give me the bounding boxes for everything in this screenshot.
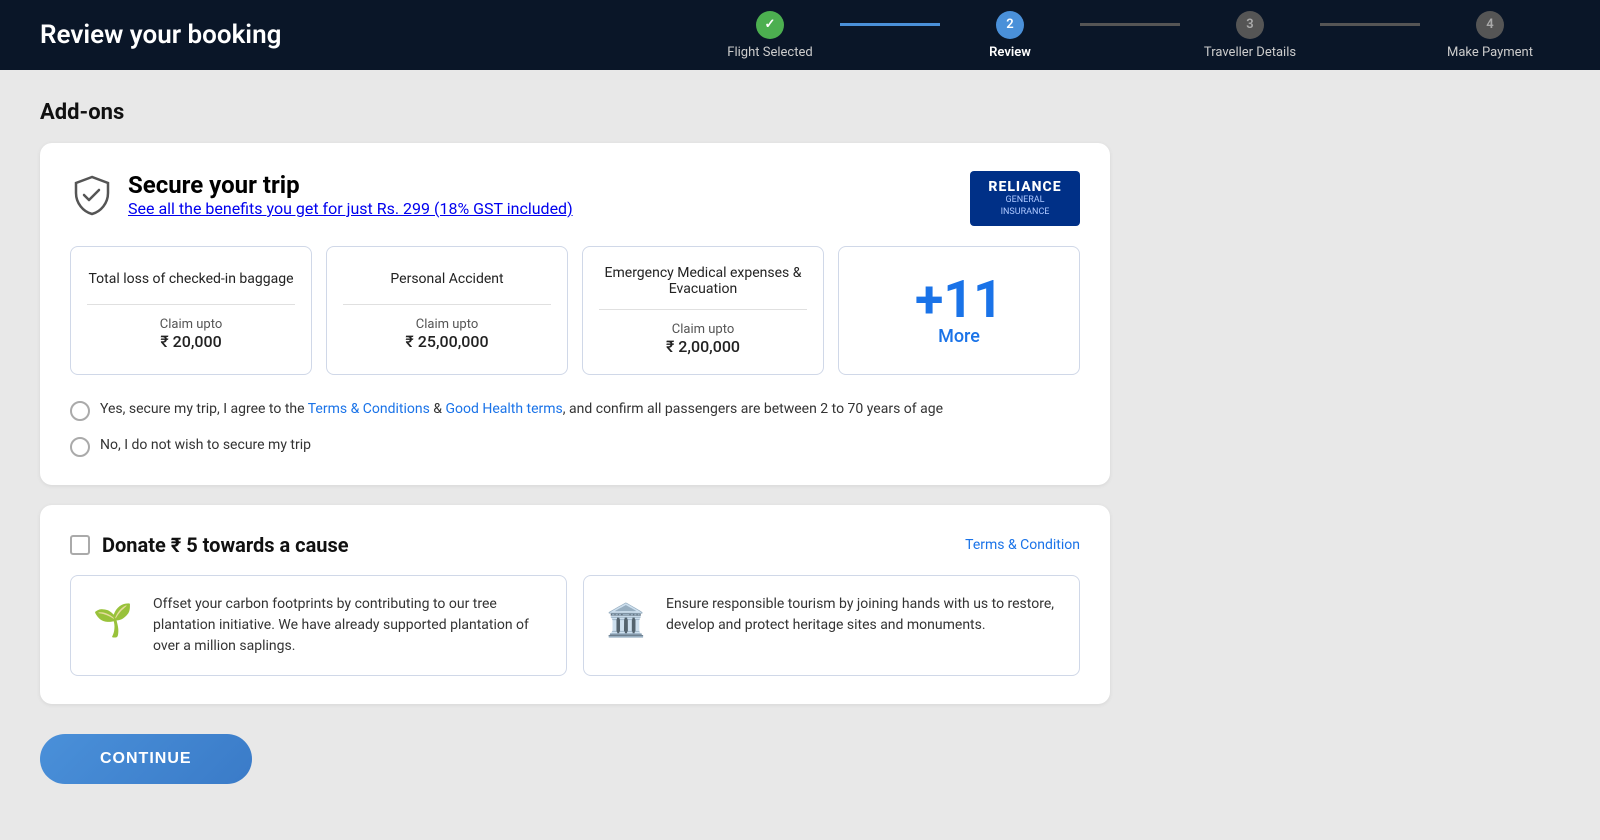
step-2-label: Review <box>989 45 1031 60</box>
step-3-label: Traveller Details <box>1204 45 1296 60</box>
coverage-amount-3: ₹ 2,00,000 <box>599 337 807 356</box>
reliance-sub: GENERALINSURANCE <box>984 195 1066 218</box>
connector-2 <box>1080 23 1180 26</box>
radio-yes-option[interactable]: Yes, secure my trip, I agree to the Term… <box>70 399 1080 421</box>
step-review: 2 Review <box>940 11 1080 60</box>
secure-trip-title: Secure your trip <box>128 171 573 199</box>
radio-no-text: No, I do not wish to secure my trip <box>100 435 311 456</box>
connector-3 <box>1320 23 1420 26</box>
radio-no-option[interactable]: No, I do not wish to secure my trip <box>70 435 1080 457</box>
coverage-title-3: Emergency Medical expenses & Evacuation <box>599 265 807 310</box>
benefits-link[interactable]: See all the benefits you get for just Rs… <box>128 199 573 218</box>
good-health-link[interactable]: Good Health terms <box>445 401 562 417</box>
terms-conditions-link[interactable]: Terms & Conditions <box>308 401 430 417</box>
step-1-label: Flight Selected <box>727 45 812 60</box>
step-2-circle: 2 <box>996 11 1024 39</box>
radio-yes-text: Yes, secure my trip, I agree to the Term… <box>100 399 943 420</box>
secure-trip-header: Secure your trip See all the benefits yo… <box>70 171 1080 226</box>
donate-card: Donate ₹ 5 towards a cause Terms & Condi… <box>40 505 1110 704</box>
page-title: Review your booking <box>40 20 281 50</box>
step-flight-selected: ✓ Flight Selected <box>700 11 840 60</box>
shield-icon <box>70 173 114 217</box>
donation-text-2: Ensure responsible tourism by joining ha… <box>666 594 1063 636</box>
donation-text-1: Offset your carbon footprints by contrib… <box>153 594 550 657</box>
step-4-circle: 4 <box>1476 11 1504 39</box>
donate-left: Donate ₹ 5 towards a cause <box>70 533 349 557</box>
coverage-card-2: Personal Accident Claim upto ₹ 25,00,000 <box>326 246 568 375</box>
radio-no-circle <box>70 437 90 457</box>
step-3-circle: 3 <box>1236 11 1264 39</box>
step-make-payment: 4 Make Payment <box>1420 11 1560 60</box>
donation-option-2: 🏛️ Ensure responsible tourism by joining… <box>583 575 1080 676</box>
secure-trip-card: Secure your trip See all the benefits yo… <box>40 143 1110 485</box>
more-count: +11 <box>915 274 1003 326</box>
radio-yes-circle <box>70 401 90 421</box>
addons-title: Add-ons <box>40 100 1110 125</box>
donation-option-1: 🌱 Offset your carbon footprints by contr… <box>70 575 567 676</box>
progress-steps: ✓ Flight Selected 2 Review 3 Traveller D… <box>700 11 1560 60</box>
step-1-circle: ✓ <box>756 11 784 39</box>
coverage-claim-label-1: Claim upto <box>87 317 295 332</box>
donate-checkbox[interactable] <box>70 535 90 555</box>
coverage-amount-2: ₹ 25,00,000 <box>343 332 551 351</box>
donation-grid: 🌱 Offset your carbon footprints by contr… <box>70 575 1080 676</box>
coverage-amount-1: ₹ 20,000 <box>87 332 295 351</box>
reliance-name: RELIANCE <box>984 179 1066 195</box>
coverage-card-1: Total loss of checked-in baggage Claim u… <box>70 246 312 375</box>
more-card[interactable]: +11 More <box>838 246 1080 375</box>
coverage-title-1: Total loss of checked-in baggage <box>87 265 295 305</box>
donate-terms-link[interactable]: Terms & Condition <box>965 537 1080 553</box>
donate-header: Donate ₹ 5 towards a cause Terms & Condi… <box>70 533 1080 557</box>
coverage-claim-label-3: Claim upto <box>599 322 807 337</box>
header: Review your booking ✓ Flight Selected 2 … <box>0 0 1600 70</box>
heritage-icon: 🏛️ <box>600 594 652 646</box>
step-4-label: Make Payment <box>1447 45 1533 60</box>
main-content: Add-ons Secure your trip See all the ben… <box>0 70 1150 814</box>
coverage-title-2: Personal Accident <box>343 265 551 305</box>
coverage-card-3: Emergency Medical expenses & Evacuation … <box>582 246 824 375</box>
coverage-claim-label-2: Claim upto <box>343 317 551 332</box>
step-traveller-details: 3 Traveller Details <box>1180 11 1320 60</box>
secure-trip-left: Secure your trip See all the benefits yo… <box>70 171 573 218</box>
reliance-logo: RELIANCE GENERALINSURANCE <box>970 171 1080 226</box>
continue-button[interactable]: CONTINUE <box>40 734 252 784</box>
more-label: More <box>938 326 980 347</box>
connector-1 <box>840 23 940 26</box>
radio-options: Yes, secure my trip, I agree to the Term… <box>70 399 1080 457</box>
tree-icon: 🌱 <box>87 594 139 646</box>
coverage-grid: Total loss of checked-in baggage Claim u… <box>70 246 1080 375</box>
secure-trip-text: Secure your trip See all the benefits yo… <box>128 171 573 218</box>
donate-title: Donate ₹ 5 towards a cause <box>102 533 349 557</box>
